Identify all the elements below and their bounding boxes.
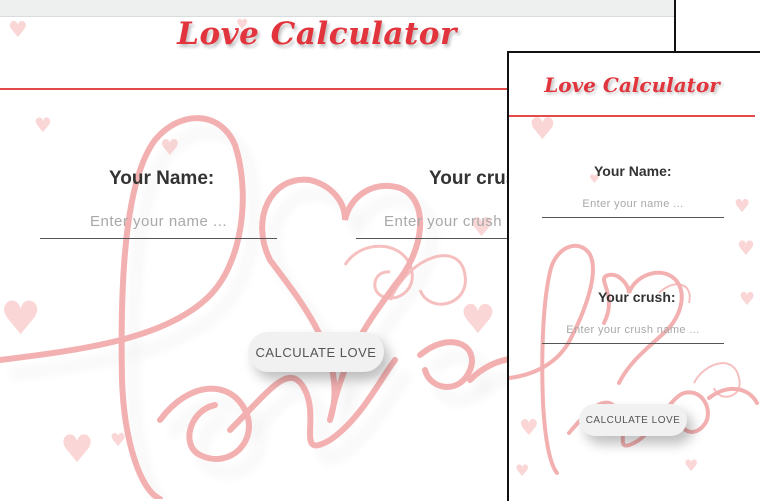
heart-icon: ♥ — [734, 196, 751, 217]
crush-input[interactable] — [542, 317, 724, 344]
name-input[interactable] — [542, 191, 724, 218]
heart-icon: ♥ — [737, 236, 755, 260]
page-title: Love Calculator — [544, 73, 720, 97]
heart-icon: ♥ — [0, 291, 42, 345]
heart-icon: ♥ — [684, 456, 699, 475]
heart-icon: ♥ — [34, 113, 52, 137]
mobile-view: ♥ ♥ ♥ ♥ ♥ ♥ ♥ ♥ Love Calculator Your Nam… — [507, 51, 760, 501]
heart-icon: ♥ — [460, 297, 496, 343]
name-input[interactable] — [40, 204, 277, 239]
heart-icon: ♥ — [60, 427, 95, 471]
heart-icon: ♥ — [739, 289, 756, 310]
heart-icon: ♥ — [519, 416, 539, 441]
crush-label: Your crush: — [598, 289, 676, 305]
heart-icon: ♥ — [515, 461, 530, 480]
page-title: Love Calculator — [177, 16, 457, 52]
name-label: Your Name: — [109, 168, 215, 189]
name-label: Your Name: — [594, 163, 672, 179]
calculate-love-button[interactable]: CALCULATE LOVE — [579, 404, 687, 436]
calculate-love-button[interactable]: CALCULATE LOVE — [248, 332, 384, 372]
heart-icon: ♥ — [160, 136, 180, 161]
heart-icon: ♥ — [110, 430, 127, 451]
heart-icon: ♥ — [529, 112, 556, 147]
